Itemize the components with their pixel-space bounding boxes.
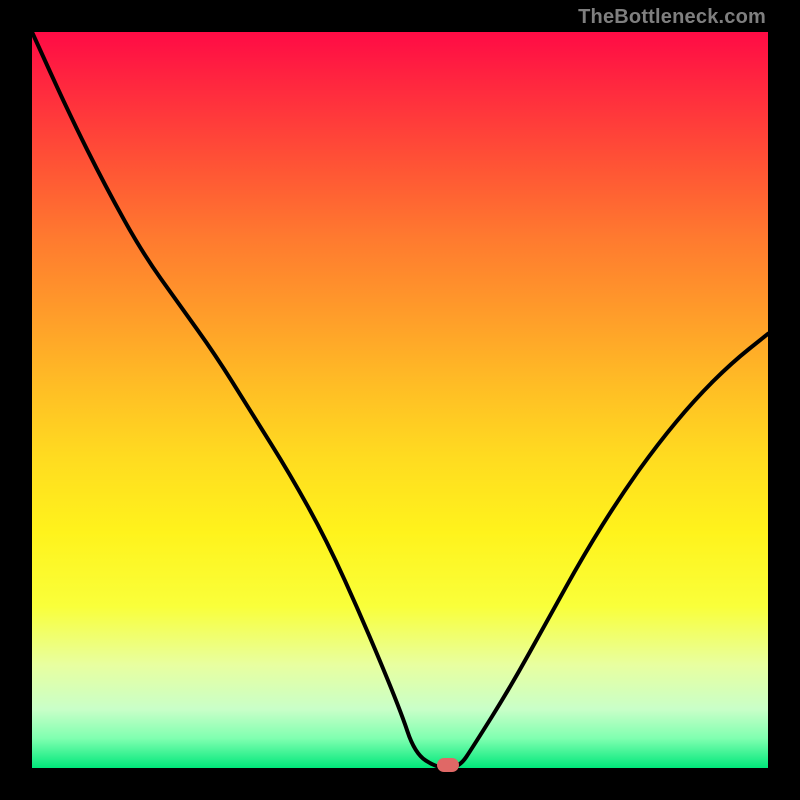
- chart-frame: TheBottleneck.com: [0, 0, 800, 800]
- optimal-marker: [437, 758, 459, 772]
- bottleneck-curve: [32, 32, 768, 768]
- plot-area: [32, 32, 768, 768]
- watermark-text: TheBottleneck.com: [578, 6, 766, 29]
